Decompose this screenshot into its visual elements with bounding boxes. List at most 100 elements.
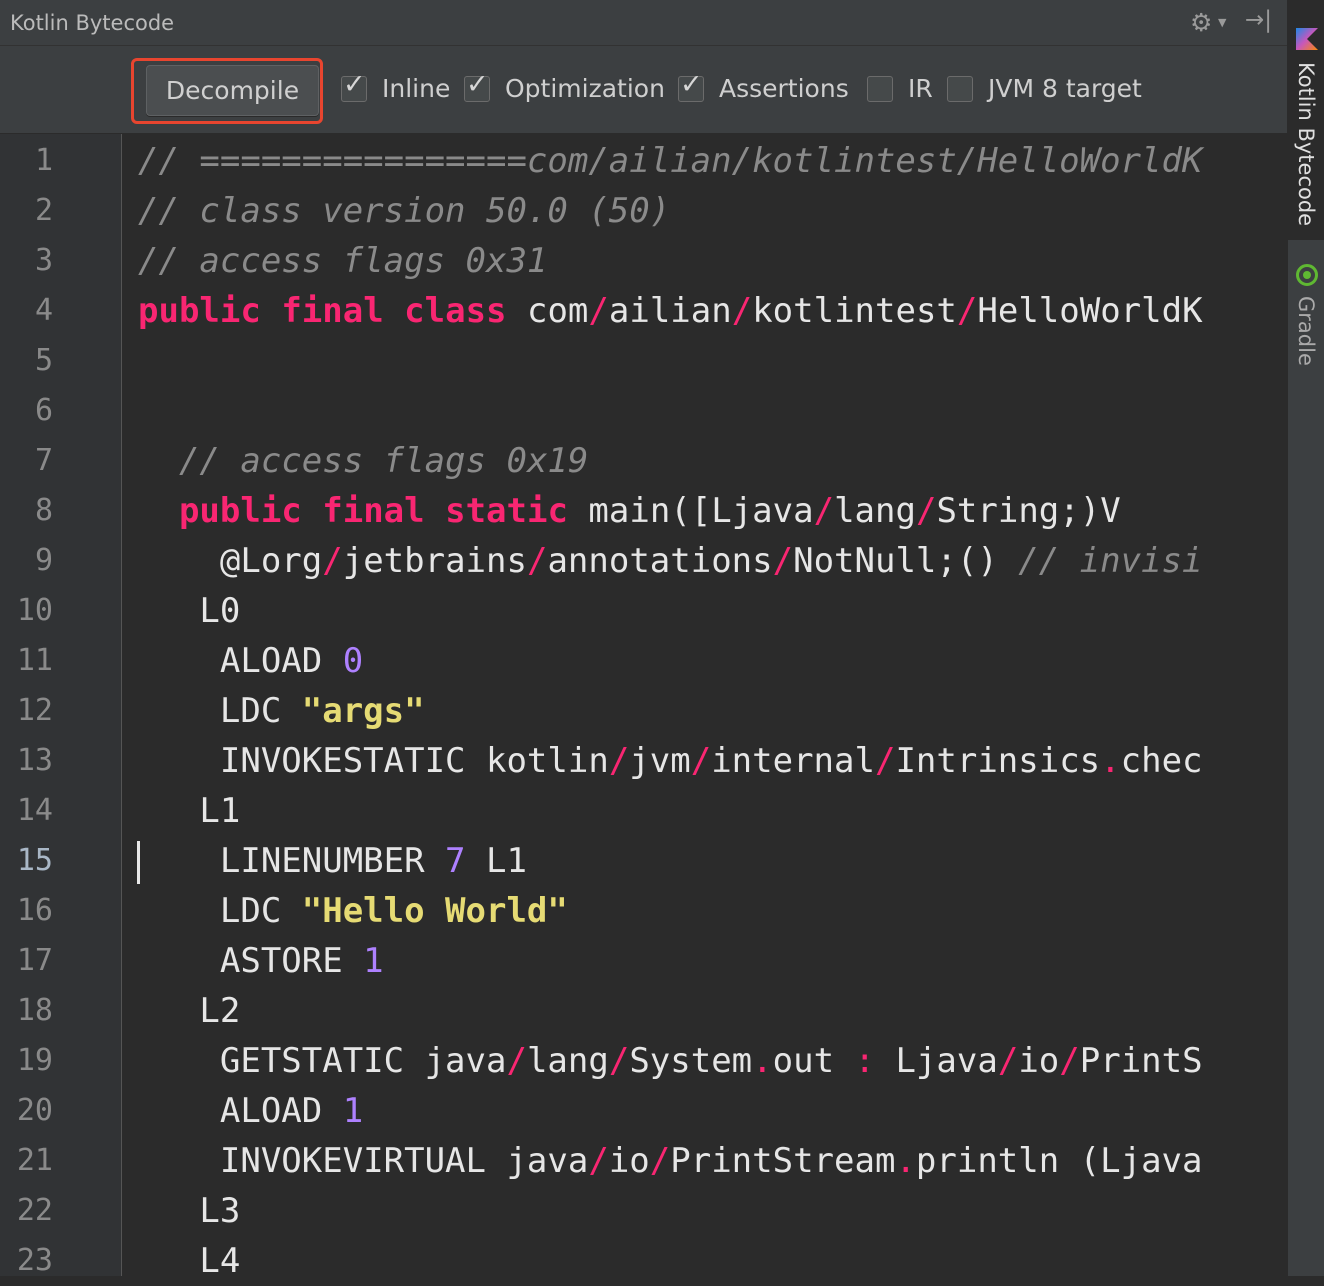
assertions-checkbox[interactable]: ✓ [678, 71, 704, 102]
chevron-down-icon[interactable]: ▼ [1218, 16, 1226, 29]
line-number-gutter[interactable]: 1 2 3 4 5 6 7 8 9 10 11 12 13 14 15 16 1… [0, 134, 122, 1278]
code-token: . [895, 1141, 916, 1181]
code-token: INVOKEVIRTUAL java [138, 1141, 589, 1181]
code-token: NotNull;() [793, 541, 1019, 581]
code-token: LINENUMBER [138, 841, 446, 881]
code-line: INVOKESTATIC kotlin/jvm/internal/Intrins… [138, 736, 1203, 786]
jvm8-target-checkbox[interactable] [947, 76, 973, 102]
code-line: L2 [138, 986, 240, 1036]
code-token: PrintS [1079, 1041, 1203, 1081]
line-number: 20 [16, 1093, 53, 1128]
code-token: / [322, 541, 343, 581]
code-token: ailian [608, 291, 732, 331]
code-token: GETSTATIC java [138, 1041, 507, 1081]
code-token: L1 [465, 841, 527, 881]
code-token: lang [834, 491, 916, 531]
line-number: 11 [16, 643, 53, 678]
code-token: io [1018, 1041, 1060, 1081]
code-token: PrintStream [670, 1141, 896, 1181]
code-token: HelloWorldK [977, 291, 1203, 331]
code-token: L2 [138, 991, 241, 1031]
ir-checkbox[interactable] [867, 76, 893, 102]
code-token: // invisi [1018, 541, 1203, 581]
kotlin-logo-icon [1296, 28, 1318, 50]
code-token: ASTORE [138, 941, 364, 981]
code-token: "args" [301, 691, 425, 731]
code-token: / [956, 291, 978, 331]
line-number: 14 [16, 793, 53, 828]
code-token: L4 [138, 1241, 241, 1276]
side-tab-label: Gradle [1294, 296, 1318, 366]
code-token: final [322, 491, 425, 531]
side-tab-label: Kotlin Bytecode [1294, 62, 1318, 227]
inline-label[interactable]: Inline [382, 74, 450, 103]
bytecode-editor[interactable]: // ================com/ailian/kotlintest… [122, 134, 1284, 1276]
code-token: kotlintest [752, 291, 957, 331]
code-token: / [1059, 1041, 1080, 1081]
code-token: 7 [445, 841, 466, 881]
line-number: 5 [34, 343, 53, 378]
code-token: ALOAD [138, 1091, 343, 1131]
code-line: public final class com/ailian/kotlintest… [138, 286, 1203, 336]
line-number: 19 [16, 1043, 53, 1078]
code-token: L0 [138, 591, 241, 631]
inline-checkbox[interactable]: ✓ [341, 71, 367, 102]
jvm8-target-label[interactable]: JVM 8 target [988, 74, 1142, 103]
code-token: jetbrains [342, 541, 527, 581]
line-number: 4 [34, 293, 53, 328]
code-token: / [506, 1041, 527, 1081]
code-line: LDC "args" [138, 686, 425, 736]
code-token: : [854, 1041, 876, 1081]
checkmark-icon: ✓ [466, 69, 489, 100]
code-line: @Lorg/jetbrains/annotations/NotNull;() /… [138, 536, 1203, 586]
code-token: / [526, 541, 548, 581]
line-number: 3 [34, 243, 53, 278]
code-token: // access flags 0x19 [178, 441, 589, 481]
code-token: / [608, 1041, 630, 1081]
hide-panel-icon[interactable]: →| [1245, 7, 1272, 33]
optimization-label[interactable]: Optimization [505, 74, 665, 103]
code-token: L1 [138, 791, 241, 831]
code-token: annotations [547, 541, 773, 581]
line-number: 10 [16, 593, 53, 628]
ir-label[interactable]: IR [908, 74, 933, 103]
line-number: 23 [16, 1243, 53, 1278]
code-token: static [445, 491, 568, 531]
code-line: LDC "Hello World" [138, 886, 568, 936]
code-token: Intrinsics [895, 741, 1101, 781]
code-token: / [649, 1141, 671, 1181]
tool-window-header: Kotlin Bytecode ⚙ ▼ →| [0, 0, 1287, 46]
code-token: // access flags 0x31 [138, 241, 548, 281]
code-token: LDC [138, 691, 302, 731]
code-line: // access flags 0x19 [138, 436, 588, 486]
code-token: ALOAD [138, 641, 343, 681]
gear-icon[interactable]: ⚙ [1190, 8, 1212, 37]
assertions-label[interactable]: Assertions [719, 74, 849, 103]
code-token: public [138, 291, 261, 331]
optimization-checkbox[interactable]: ✓ [464, 71, 490, 102]
right-tool-strip: Kotlin Bytecode Gradle [1287, 0, 1324, 1276]
code-line: // access flags 0x31 [138, 236, 547, 286]
code-line: L0 [138, 586, 240, 636]
line-number: 21 [16, 1143, 53, 1178]
tool-window-title: Kotlin Bytecode [10, 11, 175, 35]
code-token: "Hello World" [301, 891, 568, 931]
line-number: 17 [16, 943, 53, 978]
side-tab-kotlin-bytecode[interactable]: Kotlin Bytecode [1288, 0, 1324, 240]
gradle-icon [1296, 264, 1318, 286]
code-line: ALOAD 1 [138, 1086, 363, 1136]
code-token: INVOKESTATIC kotlin [138, 741, 609, 781]
checkmark-icon: ✓ [343, 69, 366, 100]
line-number: 2 [34, 193, 53, 228]
code-token: / [997, 1041, 1019, 1081]
code-token: lang [526, 1041, 609, 1081]
code-token: L3 [138, 1191, 241, 1231]
decompile-button[interactable]: Decompile [146, 65, 319, 116]
line-number: 18 [16, 993, 53, 1028]
code-line: LINENUMBER 7 L1 [138, 836, 527, 886]
code-token: out [772, 1041, 855, 1081]
code-token: / [874, 741, 896, 781]
